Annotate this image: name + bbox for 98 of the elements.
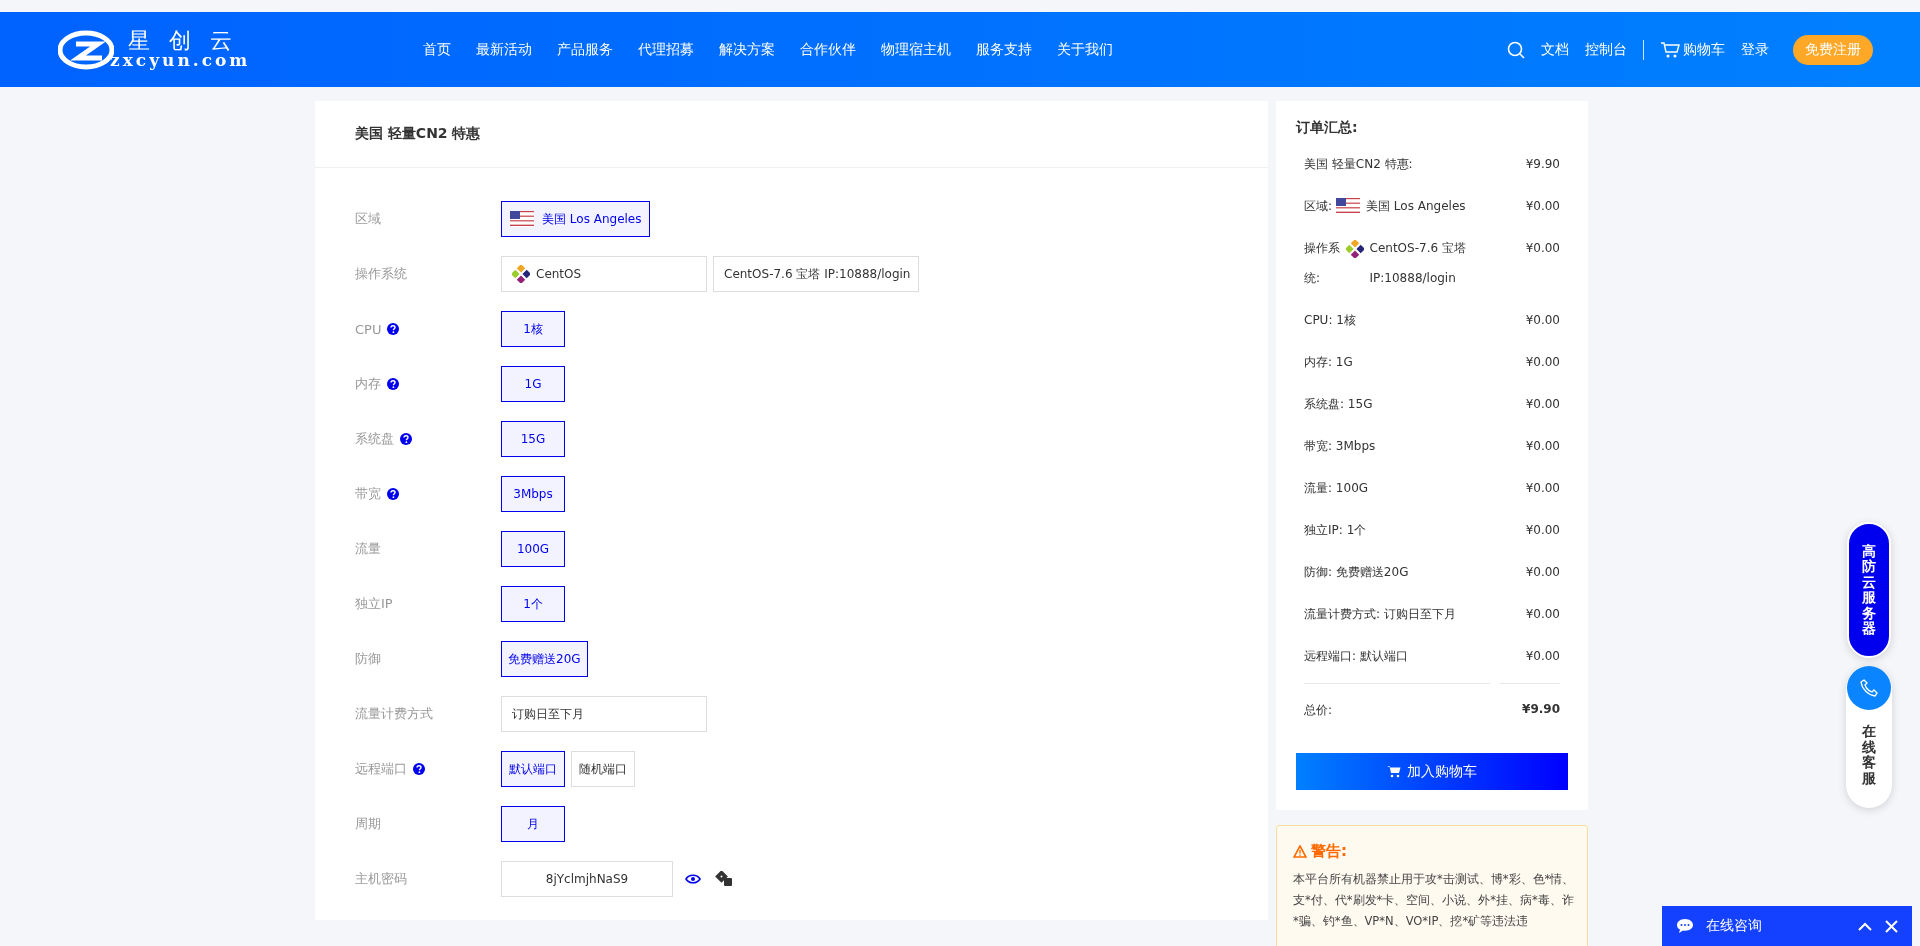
field-label: 系统盘 xyxy=(355,430,394,448)
summary-label: CPU: 1核 xyxy=(1304,312,1356,329)
summary-label: 内存: 1G xyxy=(1304,354,1353,371)
login-link[interactable]: 登录 xyxy=(1741,40,1769,59)
option-button[interactable]: 月 xyxy=(501,806,565,842)
field-label: CPU xyxy=(355,321,382,337)
summary-value: CentOS-7.6 宝塔 IP:10888/login xyxy=(1369,240,1467,287)
header-link[interactable]: 文档 xyxy=(1541,40,1569,59)
field-label: 内存 xyxy=(355,375,381,393)
option-button[interactable]: 1核 xyxy=(501,311,565,347)
support-text[interactable]: 在线客服 xyxy=(1862,724,1876,786)
summary-label: 独立IP: 1个 xyxy=(1304,522,1367,539)
field-label: 主机密码 xyxy=(355,870,407,888)
summary-price: ¥0.00 xyxy=(1525,606,1560,623)
flag-icon xyxy=(510,211,534,227)
option-button[interactable]: 15G xyxy=(501,421,565,457)
nav-link[interactable]: 服务支持 xyxy=(976,40,1032,59)
dice-icon[interactable] xyxy=(715,871,733,887)
summary-price: ¥0.00 xyxy=(1525,648,1560,665)
summary-price: ¥0.00 xyxy=(1525,198,1560,215)
summary-label: 操作系统: xyxy=(1304,240,1341,287)
total-label: 总价: xyxy=(1304,702,1333,719)
centos-icon xyxy=(512,265,530,283)
password-field[interactable]: 8jYclmjhNaS9 xyxy=(501,861,673,897)
option-button[interactable]: 3Mbps xyxy=(501,476,565,512)
nav-link[interactable]: 首页 xyxy=(423,40,451,59)
nav-link[interactable]: 关于我们 xyxy=(1057,40,1113,59)
field-label: 流量 xyxy=(355,540,381,558)
help-icon[interactable] xyxy=(413,763,425,775)
logo-brand-text[interactable]: 星 创 云 xyxy=(128,30,251,52)
flag-icon xyxy=(1336,198,1361,214)
nav-link[interactable]: 合作伙伴 xyxy=(800,40,856,59)
cart-icon xyxy=(1660,40,1680,59)
option-button[interactable]: 1G xyxy=(501,366,565,402)
help-icon[interactable] xyxy=(387,323,400,335)
summary-label: 美国 轻量CN2 特惠: xyxy=(1304,156,1413,173)
summary-value: 美国 Los Angeles xyxy=(1366,198,1466,215)
billing-field: 订购日至下月 xyxy=(501,696,707,732)
field-label: 带宽 xyxy=(355,485,381,503)
option-button[interactable]: 100G xyxy=(501,531,565,567)
nav-link[interactable]: 解决方案 xyxy=(719,40,775,59)
summary-price: ¥0.00 xyxy=(1525,354,1560,371)
help-icon[interactable] xyxy=(387,488,399,500)
add-to-cart-button[interactable]: 加入购物车 xyxy=(1296,753,1568,790)
summary-label: 带宽: 3Mbps xyxy=(1304,438,1376,455)
search-icon[interactable] xyxy=(1507,40,1525,59)
help-icon[interactable] xyxy=(400,433,412,445)
field-label: 独立IP xyxy=(355,595,393,613)
summary-price: ¥0.00 xyxy=(1525,522,1560,539)
os-version-select[interactable]: CentOS-7.6 宝塔 IP:10888/login xyxy=(713,256,919,292)
summary-price: ¥0.00 xyxy=(1525,312,1560,329)
warning-title: 警告: xyxy=(1311,842,1347,861)
summary-price: ¥9.90 xyxy=(1525,156,1560,173)
summary-label: 系统盘: 15G xyxy=(1304,396,1373,413)
nav-link[interactable]: 产品服务 xyxy=(557,40,613,59)
chat-title[interactable]: 在线咨询 xyxy=(1706,917,1762,935)
field-label: 远程端口 xyxy=(355,760,407,778)
field-label: 操作系统 xyxy=(355,265,407,283)
summary-label: 流量计费方式: 订购日至下月 xyxy=(1304,606,1456,623)
nav-link[interactable]: 物理宿主机 xyxy=(881,40,951,59)
logo-domain-text[interactable]: zxcyun.com xyxy=(110,52,251,69)
header-link[interactable]: 控制台 xyxy=(1585,40,1627,59)
field-label: 防御 xyxy=(355,650,381,668)
help-icon[interactable] xyxy=(387,378,399,390)
phone-icon xyxy=(1847,666,1891,711)
option-button[interactable]: 1个 xyxy=(501,586,565,622)
field-label: 区域 xyxy=(355,210,381,228)
summary-price: ¥0.00 xyxy=(1525,564,1560,581)
cart-icon xyxy=(1387,765,1401,778)
chat-bubble-icon xyxy=(1676,918,1694,934)
summary-label: 流量: 100G xyxy=(1304,480,1369,497)
option-button[interactable]: 默认端口 xyxy=(501,751,565,787)
centos-icon xyxy=(1345,240,1364,258)
cart-link[interactable]: 购物车 xyxy=(1660,40,1725,59)
option-button[interactable]: 美国 Los Angeles xyxy=(501,201,651,237)
support-tab[interactable]: 在线客服 xyxy=(1846,666,1892,808)
product-title: 美国 轻量CN2 特惠 xyxy=(315,101,1268,168)
nav-link[interactable]: 代理招募 xyxy=(638,40,694,59)
promo-tab[interactable]: 高防云服务器 xyxy=(1847,522,1891,659)
summary-title: 订单汇总: xyxy=(1296,119,1359,137)
warning-icon xyxy=(1293,845,1307,858)
total-price: ¥9.90 xyxy=(1522,702,1560,718)
summary-price: ¥0.00 xyxy=(1525,438,1560,455)
close-icon[interactable] xyxy=(1885,919,1898,933)
summary-label: 防御: 免费赠送20G xyxy=(1304,564,1409,581)
option-button[interactable]: 随机端口 xyxy=(571,751,635,787)
summary-price: ¥0.00 xyxy=(1525,240,1560,257)
warning-text: 本平台所有机器禁止用于攻*击测试、博*彩、色*情、支*付、代*刷发*卡、空间、小说、外*挂、病*毒、诈*骗、钓*鱼、VP*N、VO*IP、挖*矿等违法违 xyxy=(1293,871,1575,930)
os-select[interactable]: CentOS xyxy=(501,256,707,292)
summary-price: ¥0.00 xyxy=(1525,396,1560,413)
eye-icon[interactable] xyxy=(685,873,701,885)
summary-label: 区域: xyxy=(1304,198,1333,215)
summary-price: ¥0.00 xyxy=(1525,480,1560,497)
nav-link[interactable]: 最新活动 xyxy=(476,40,532,59)
option-button[interactable]: 免费赠送20G xyxy=(501,641,588,677)
field-label: 流量计费方式 xyxy=(355,705,433,723)
summary-label: 远程端口: 默认端口 xyxy=(1304,648,1408,665)
field-label: 周期 xyxy=(355,815,381,833)
